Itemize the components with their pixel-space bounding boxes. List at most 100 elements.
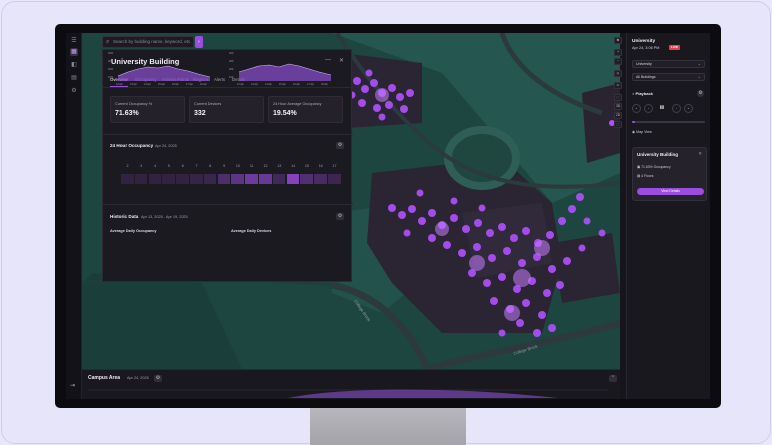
x-tick: 12 Apr — [116, 83, 123, 86]
chevron-down-icon: ⌄ — [697, 74, 701, 79]
hour-label: 9 — [223, 164, 226, 168]
stat-value: 71.63% — [115, 110, 139, 117]
hourly-settings-icon[interactable]: ⚙ — [336, 142, 344, 149]
devices-chart-title: Average Daily Devices — [231, 229, 272, 233]
x-tick: 15 Apr — [279, 83, 286, 86]
y-tick: 200 — [229, 67, 234, 71]
y-tick: 30% — [108, 59, 114, 63]
timeline-settings-icon[interactable]: ⚙ — [154, 375, 162, 382]
playback-settings-icon[interactable]: ⚙ — [697, 90, 704, 97]
x-tick: 14 Apr — [265, 83, 272, 86]
y-tick: 40% — [108, 51, 114, 55]
hour-cell[interactable] — [314, 174, 327, 184]
hour-label: 4 — [154, 164, 157, 168]
campus-select-value: University — [636, 62, 652, 66]
app-screen: ☰ ▦ ◧ ▤ ⚙ ⇥ College Brook College Brook — [66, 33, 710, 399]
menu-icon[interactable]: ☰ — [70, 37, 78, 45]
x-tick: 16 Apr — [172, 83, 179, 86]
stat-current-occupancy: Current Occupancy % 71.63% — [110, 96, 185, 123]
y-tick: 100 — [229, 75, 234, 79]
pause-button[interactable]: ▌▌ — [658, 104, 667, 113]
hour-label: 11 — [249, 164, 254, 168]
logout-icon[interactable]: ⇥ — [70, 382, 75, 389]
hourly-date: Apr 24, 2025 — [155, 144, 177, 148]
hourly-heat-strip — [121, 174, 343, 184]
map-view-label: Map View — [636, 130, 652, 134]
zoom-in-icon[interactable]: + — [614, 49, 622, 56]
hour-label: 15 — [304, 164, 309, 168]
hour-label: 8 — [209, 164, 212, 168]
map-view-toggle[interactable]: ◉ Map View — [632, 130, 652, 134]
hour-cell[interactable] — [203, 174, 217, 184]
hour-cell[interactable] — [259, 174, 272, 184]
campus-select[interactable]: University ⌄ — [632, 60, 705, 68]
fast-forward-button[interactable]: » — [684, 104, 693, 113]
hour-cell[interactable] — [231, 174, 244, 184]
stat-label: 24 Hour Average Occupancy — [273, 102, 322, 106]
settings-icon[interactable]: ⚙ — [70, 87, 78, 95]
x-tick: 15 Apr — [158, 83, 165, 86]
hourly-title: 24 Hour Occupancy — [110, 143, 154, 148]
campus-map[interactable]: College Brook College Brook ⌕ Search by … — [82, 33, 620, 369]
building-panel: University Building — ✕ Overview Occupan… — [102, 49, 353, 282]
right-sidebar: University Apr 24, 3:06 PM LIVE Universi… — [626, 33, 710, 399]
x-tick: 17 Apr — [186, 83, 193, 86]
hour-labels: 2 3 4 5 6 7 8 9 10 11 12 13 14 15 16 17 — [121, 164, 343, 170]
monitor-stand — [310, 403, 466, 445]
hour-cell[interactable] — [328, 174, 341, 184]
zoom-out-icon[interactable]: − — [614, 58, 622, 65]
timeline-panel: Campus Area Apr 24, 2025 ⚙ ⌃ — [82, 369, 620, 399]
search-input[interactable]: ⌕ Search by building name, keyword, etc. — [102, 36, 194, 48]
hour-label: 12 — [263, 164, 268, 168]
card-close-button[interactable]: ✕ — [698, 151, 702, 157]
map-controls: ⇆ + − ◎ ⊡ ⬚ 3D 2D ⬚ — [612, 33, 624, 133]
view-2d-button[interactable]: 2D — [614, 112, 622, 119]
card-occupancy: ▣ 71.63% Occupancy — [637, 165, 671, 169]
layers-icon[interactable]: ◧ — [70, 61, 78, 69]
hour-cell[interactable] — [121, 174, 134, 184]
card-floors-text: 4 Floors — [641, 174, 654, 178]
hour-cell[interactable] — [176, 174, 189, 184]
rewind-button[interactable]: « — [632, 104, 641, 113]
search-icon: ⌕ — [106, 39, 110, 45]
view-details-button[interactable]: View Details — [637, 188, 704, 195]
hour-cell[interactable] — [300, 174, 313, 184]
building-card: University Building ✕ ▣ 71.63% Occupancy… — [632, 147, 707, 201]
timeline-expand-icon[interactable]: ⌃ — [609, 375, 617, 382]
reports-icon[interactable]: ▤ — [70, 74, 78, 82]
frame-icon[interactable]: ⬚ — [614, 121, 622, 128]
playback-slider[interactable] — [632, 121, 705, 123]
section-divider — [103, 204, 353, 205]
view-3d-button[interactable]: 3D — [614, 103, 622, 110]
hour-cell[interactable] — [148, 174, 162, 184]
x-tick: 13 Apr — [130, 83, 137, 86]
card-title: University Building — [637, 152, 679, 157]
hour-cell[interactable] — [162, 174, 175, 184]
hour-cell[interactable] — [272, 174, 286, 184]
layers-toggle-icon[interactable]: ⬚ — [614, 94, 622, 101]
step-forward-button[interactable]: › — [672, 104, 681, 113]
x-tick: 16 Apr — [293, 83, 300, 86]
chevron-down-icon: ⌄ — [697, 61, 701, 66]
tabs-divider — [103, 87, 353, 88]
map-icon[interactable]: ▦ — [70, 48, 78, 56]
hour-label: 13 — [277, 164, 282, 168]
stat-average-occupancy: 24 Hour Average Occupancy 19.54% — [268, 96, 343, 123]
live-badge: LIVE — [669, 45, 680, 50]
step-back-button[interactable]: ‹ — [644, 104, 653, 113]
hour-label: 16 — [318, 164, 323, 168]
x-tick: 18 Apr — [200, 83, 207, 86]
hour-label: 7 — [195, 164, 198, 168]
x-tick: 14 Apr — [144, 83, 151, 86]
hour-cell[interactable] — [286, 174, 300, 184]
fullscreen-icon[interactable]: ⊡ — [614, 82, 622, 89]
search-button[interactable]: › — [195, 36, 203, 48]
hour-cell[interactable] — [190, 174, 203, 184]
collapse-icon[interactable]: ⇆ — [614, 37, 622, 44]
hour-cell[interactable] — [245, 174, 258, 184]
hour-cell[interactable] — [134, 174, 148, 184]
building-select[interactable]: All Buildings ⌄ — [632, 73, 705, 81]
historic-settings-icon[interactable]: ⚙ — [336, 213, 344, 220]
locate-icon[interactable]: ◎ — [614, 70, 622, 77]
hour-cell[interactable] — [217, 174, 231, 184]
